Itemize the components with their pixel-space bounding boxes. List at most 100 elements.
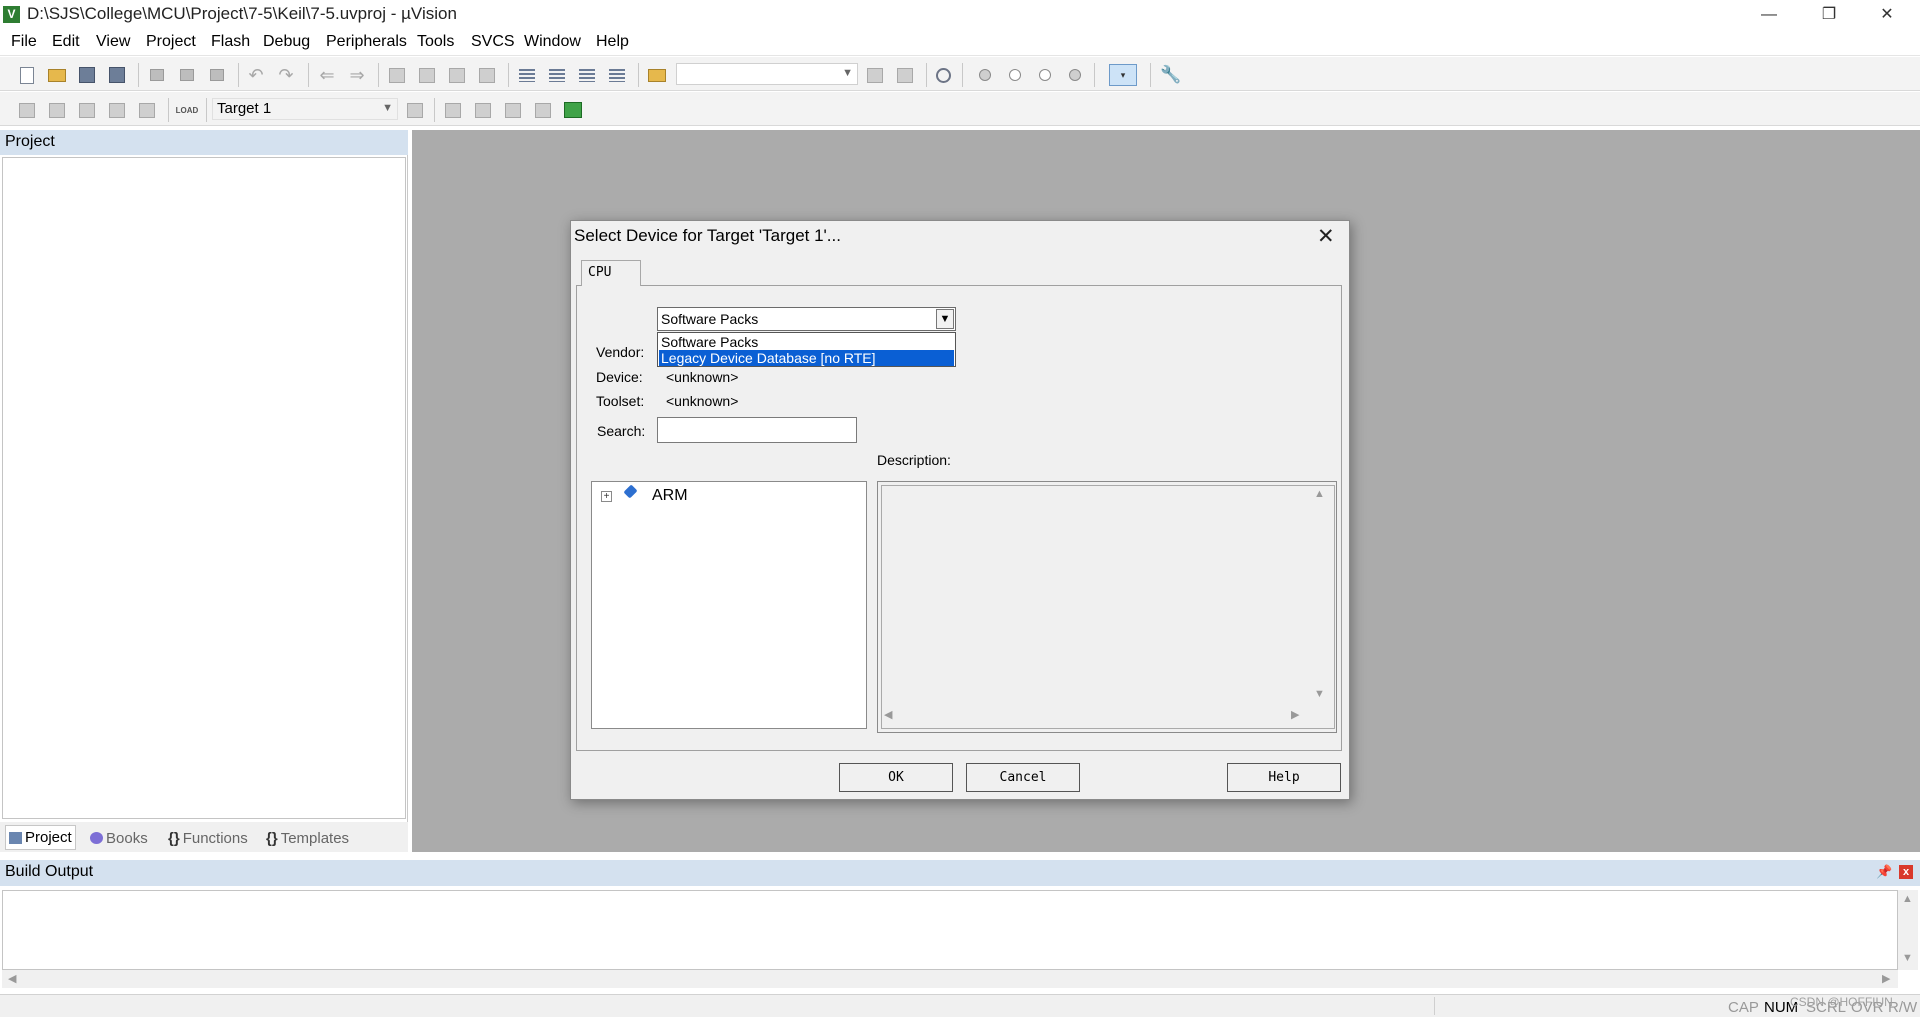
menu-svcs[interactable]: SVCS	[471, 33, 515, 51]
menu-tools[interactable]: Tools	[417, 33, 454, 51]
find-combo[interactable]: ▼	[676, 63, 858, 85]
disable-breakpoints-button[interactable]	[1034, 64, 1056, 86]
select-packs-button[interactable]	[472, 99, 494, 121]
uncomment-button[interactable]	[606, 64, 628, 86]
build-pin-icon[interactable]: 📌	[1876, 864, 1892, 880]
redo-button[interactable]: ↷	[275, 64, 297, 86]
menu-help[interactable]: Help	[596, 33, 629, 51]
project-tree[interactable]	[2, 157, 406, 819]
build-output-text[interactable]	[2, 890, 1898, 970]
target-select[interactable]: Target 1 ▼	[212, 98, 398, 120]
vendor-gem-icon	[623, 484, 638, 499]
breakpoint-outline-icon	[1009, 69, 1021, 81]
manage-project-items-button[interactable]	[442, 99, 464, 121]
menu-file[interactable]: File	[11, 33, 37, 51]
menu-edit[interactable]: Edit	[52, 33, 80, 51]
menu-flash[interactable]: Flash	[211, 33, 250, 51]
find-icon	[867, 67, 883, 83]
load-icon: LOAD	[175, 105, 199, 115]
scroll-right-icon[interactable]: ▶	[1882, 972, 1890, 985]
chevron-down-icon[interactable]: ▼	[936, 309, 954, 329]
insert-bookmark-button[interactable]	[386, 64, 408, 86]
menu-window[interactable]: Window	[524, 33, 581, 51]
tab-functions[interactable]: {} Functions	[168, 827, 248, 849]
device-tree[interactable]: + ARM	[591, 481, 867, 729]
minimize-button[interactable]: —	[1740, 0, 1798, 30]
event-recorder-button[interactable]	[532, 99, 554, 121]
description-area: ▲ ▼ ◀ ▶	[877, 481, 1337, 733]
expand-icon[interactable]: +	[601, 491, 612, 502]
scroll-right-icon[interactable]: ▶	[1291, 708, 1299, 721]
scroll-left-icon[interactable]: ◀	[8, 972, 16, 985]
translate-button[interactable]	[16, 99, 38, 121]
menu-debug[interactable]: Debug	[263, 33, 310, 51]
option-software-packs[interactable]: Software Packs	[659, 334, 954, 350]
tab-templates[interactable]: {} Templates	[266, 827, 349, 849]
manage-rte-button[interactable]	[502, 99, 524, 121]
device-value: <unknown>	[666, 369, 739, 385]
save-button[interactable]	[76, 64, 98, 86]
scroll-up-icon[interactable]: ▲	[1902, 893, 1913, 905]
comment-button[interactable]	[576, 64, 598, 86]
device-source-select[interactable]: Software Packs ▼	[657, 307, 956, 331]
find-in-files-button[interactable]	[646, 64, 668, 86]
batch-build-button[interactable]	[106, 99, 128, 121]
restore-button[interactable]: ❐	[1800, 0, 1858, 30]
window-layout-button[interactable]: ▾	[1101, 64, 1145, 86]
ok-button[interactable]: OK	[839, 763, 953, 792]
indent-button[interactable]	[516, 64, 538, 86]
options-for-target-button[interactable]	[404, 99, 426, 121]
open-file-button[interactable]	[46, 64, 68, 86]
build-vertical-scrollbar[interactable]: ▲ ▼	[1898, 890, 1918, 970]
save-all-button[interactable]	[106, 64, 128, 86]
scroll-down-icon[interactable]: ▼	[1314, 688, 1325, 700]
copy-button[interactable]	[176, 64, 198, 86]
tab-project[interactable]: Project	[5, 825, 76, 850]
close-window-button[interactable]: ✕	[1858, 0, 1916, 30]
new-file-button[interactable]	[16, 64, 38, 86]
scroll-down-icon[interactable]: ▼	[1902, 952, 1913, 964]
title-bar: V D:\SJS\College\MCU\Project\7-5\Keil\7-…	[0, 0, 1920, 30]
menu-project[interactable]: Project	[146, 33, 196, 51]
undo-button[interactable]: ↶	[245, 64, 267, 86]
scroll-left-icon[interactable]: ◀	[884, 708, 892, 721]
unindent-button[interactable]	[546, 64, 568, 86]
rebuild-button[interactable]	[76, 99, 98, 121]
tab-cpu[interactable]: CPU	[581, 260, 641, 286]
clear-bookmarks-button[interactable]	[476, 64, 498, 86]
stop-build-button[interactable]	[136, 99, 158, 121]
tab-functions-label: Functions	[182, 829, 248, 847]
help-button[interactable]: Help	[1227, 763, 1341, 792]
menu-view[interactable]: View	[96, 33, 130, 51]
start-debug-button[interactable]	[932, 64, 954, 86]
build-horizontal-scrollbar[interactable]: ◀ ▶	[2, 970, 1898, 988]
navigate-forward-button[interactable]: ⇒	[346, 64, 368, 86]
navigate-back-button[interactable]: ⇐	[316, 64, 338, 86]
paste-button[interactable]	[206, 64, 228, 86]
cut-button[interactable]	[146, 64, 168, 86]
download-button[interactable]: LOAD	[175, 99, 199, 121]
incremental-find-button[interactable]	[894, 64, 916, 86]
device-source-value: Software Packs	[661, 311, 759, 327]
tab-books[interactable]: Books	[90, 827, 148, 849]
build-button[interactable]	[46, 99, 68, 121]
menu-peripherals[interactable]: Peripherals	[326, 33, 407, 51]
kill-breakpoints-button[interactable]	[1064, 64, 1086, 86]
build-close-icon[interactable]: x	[1899, 865, 1913, 879]
tree-node-arm[interactable]: ARM	[652, 487, 688, 505]
file-toolbar: ↶ ↷ ⇐ ⇒ ▼ ▾ 🔧	[0, 57, 1920, 91]
rebuild-icon	[79, 102, 95, 118]
find-in-files-icon	[648, 68, 666, 82]
enable-breakpoint-button[interactable]	[1004, 64, 1026, 86]
dialog-close-icon[interactable]: ✕	[1317, 224, 1335, 249]
configure-button[interactable]: 🔧	[1160, 64, 1182, 86]
pack-installer-button[interactable]	[562, 99, 584, 121]
scroll-up-icon[interactable]: ▲	[1314, 488, 1325, 500]
find-button[interactable]	[864, 64, 886, 86]
cancel-button[interactable]: Cancel	[966, 763, 1080, 792]
option-legacy-device-database[interactable]: Legacy Device Database [no RTE]	[659, 350, 954, 366]
next-bookmark-button[interactable]	[446, 64, 468, 86]
search-input[interactable]	[657, 417, 857, 443]
previous-bookmark-button[interactable]	[416, 64, 438, 86]
insert-breakpoint-button[interactable]	[974, 64, 996, 86]
